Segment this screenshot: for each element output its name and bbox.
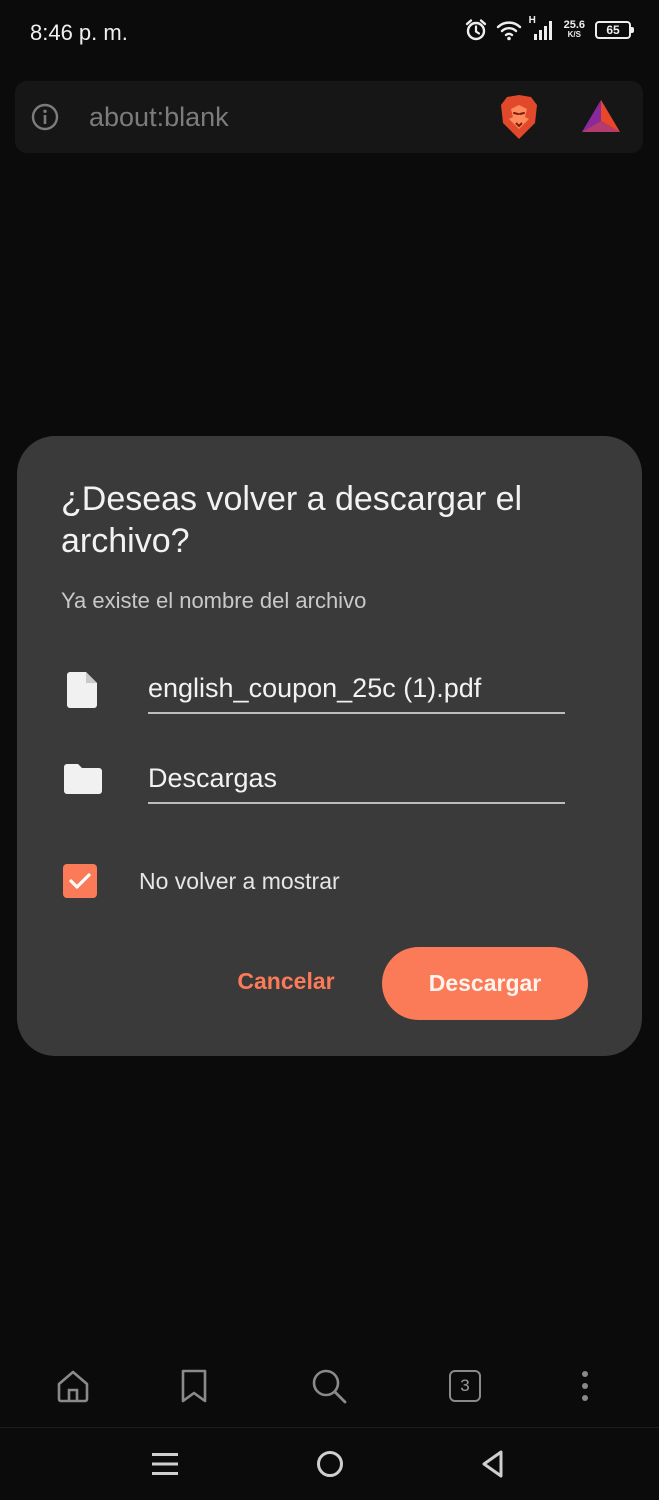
- network-speed: 25.6 K/S: [564, 20, 585, 40]
- recents-icon: [152, 1453, 178, 1475]
- system-navigation-bar: [0, 1428, 659, 1500]
- brave-shields-icon[interactable]: [497, 93, 541, 146]
- home-button[interactable]: [50, 1363, 96, 1409]
- bottom-toolbar: 3: [0, 1345, 659, 1428]
- back-icon: [482, 1450, 503, 1478]
- search-icon: [312, 1369, 347, 1404]
- speed-value: 25.6: [563, 19, 585, 31]
- status-bar: 8:46 p. m. H 25.6 K/S 65: [0, 0, 659, 68]
- battery-level: 65: [606, 23, 620, 37]
- folder-icon: [64, 764, 102, 799]
- bookmarks-button[interactable]: [171, 1363, 217, 1409]
- download-button[interactable]: Descargar: [382, 947, 588, 1020]
- wifi-icon: [496, 19, 522, 41]
- home-icon: [57, 1370, 89, 1403]
- brave-rewards-icon[interactable]: [579, 97, 623, 140]
- recents-button[interactable]: [145, 1446, 185, 1482]
- url-text[interactable]: about:blank: [89, 102, 229, 133]
- menu-dots-icon: [582, 1371, 588, 1401]
- folder-row: Descargas: [61, 756, 571, 808]
- redownload-dialog: ¿Deseas volver a descargar el archivo? Y…: [17, 436, 642, 1056]
- dont-show-again-checkbox[interactable]: [63, 864, 97, 898]
- address-bar[interactable]: about:blank: [15, 81, 643, 153]
- home-circle-icon: [317, 1451, 343, 1477]
- search-button[interactable]: [306, 1363, 352, 1409]
- battery-icon: 65: [595, 21, 634, 39]
- status-time: 8:46 p. m.: [30, 20, 128, 45]
- tab-count: 3: [460, 1376, 470, 1395]
- bookmark-icon: [181, 1369, 207, 1403]
- filename-input[interactable]: english_coupon_25c (1).pdf: [148, 666, 565, 714]
- status-icons: H 25.6 K/S 65: [464, 15, 634, 42]
- speed-unit: K/S: [567, 30, 581, 39]
- dialog-subtitle: Ya existe el nombre del archivo: [61, 588, 367, 613]
- back-button[interactable]: [473, 1446, 513, 1482]
- info-icon[interactable]: [31, 103, 59, 136]
- filename-row: english_coupon_25c (1).pdf: [61, 666, 571, 718]
- alarm-icon: [464, 18, 488, 42]
- cancel-button[interactable]: Cancelar: [221, 951, 351, 1011]
- menu-button[interactable]: [562, 1363, 608, 1409]
- dialog-title: ¿Deseas volver a descargar el archivo?: [61, 480, 523, 560]
- network-type-label: H: [528, 15, 536, 26]
- system-home-button[interactable]: [310, 1446, 350, 1482]
- tabs-button[interactable]: 3: [442, 1363, 488, 1409]
- tabs-icon: 3: [449, 1370, 481, 1402]
- file-icon: [67, 672, 97, 713]
- signal-icon: H: [529, 15, 554, 41]
- folder-input[interactable]: Descargas: [148, 756, 565, 804]
- checkmark-icon: [69, 873, 91, 889]
- checkbox-label[interactable]: No volver a mostrar: [139, 868, 340, 895]
